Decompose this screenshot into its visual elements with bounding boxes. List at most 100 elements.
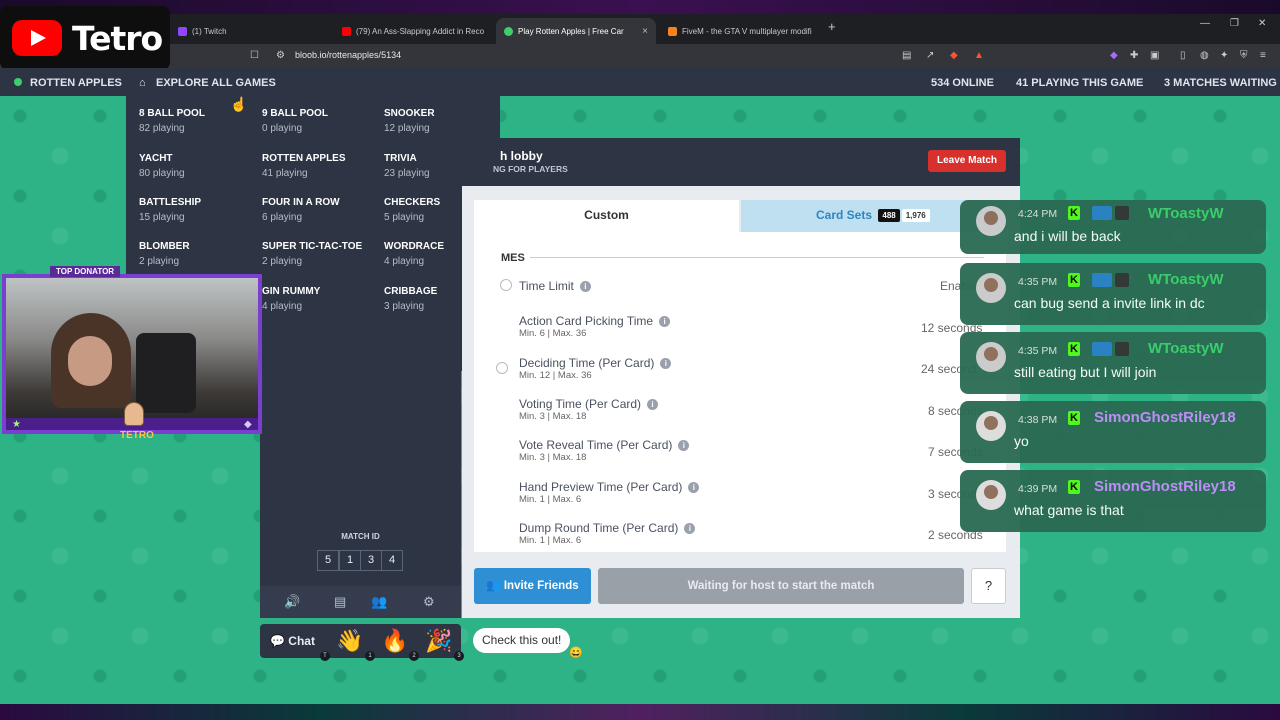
game-item-9-ball-pool[interactable]: 9 BALL POOL 0 playing — [262, 108, 382, 134]
kick-badge-icon: K — [1068, 273, 1080, 287]
setting-name: Deciding Time (Per Card) i — [519, 356, 672, 370]
info-icon[interactable]: i — [684, 523, 696, 534]
time-limit-radio[interactable] — [500, 279, 512, 291]
chat-button-label: Chat — [288, 634, 315, 648]
avatar — [976, 411, 1006, 441]
rules-icon[interactable]: ▤ — [334, 594, 346, 610]
online-count: 534 ONLINE — [931, 77, 994, 89]
browser-tab-bar: (1) Twitch (79) An Ass-Slapping Addict i… — [0, 14, 1280, 44]
deciding-time-radio[interactable] — [496, 362, 508, 374]
wave-reaction-button[interactable]: 👋 — [336, 628, 363, 654]
tab-label: (79) An Ass-Slapping Addict in Reco — [356, 26, 485, 36]
info-icon[interactable]: i — [688, 482, 700, 493]
game-count: 0 playing — [262, 123, 303, 134]
minimize-icon[interactable]: — — [1200, 18, 1210, 29]
help-button[interactable]: ? — [971, 568, 1006, 604]
sidebar-icon[interactable]: ▯ — [1180, 50, 1186, 61]
avatar — [976, 206, 1006, 236]
setting-range: Min. 1 | Max. 6 — [519, 494, 582, 505]
vpn-icon[interactable]: ⛨ — [1240, 50, 1248, 61]
game-item-four-in-a-row[interactable]: FOUR IN A ROW 6 playing — [262, 197, 382, 223]
leaf-badge-icon — [1115, 342, 1129, 356]
party-reaction-button[interactable]: 🎉 — [425, 628, 452, 654]
game-name: 9 BALL POOL — [262, 108, 328, 119]
brave-shield-icon[interactable]: ◆ — [950, 50, 958, 61]
leaf-badge-icon — [1115, 206, 1129, 220]
players-icon[interactable]: 👥 — [371, 594, 387, 610]
game-item-blomber[interactable]: BLOMBER 2 playing — [139, 241, 259, 267]
invite-friends-button[interactable]: 👥 Invite Friends — [474, 568, 591, 604]
setting-name: Dump Round Time (Per Card) i — [519, 521, 696, 535]
game-item-rotten-apples[interactable]: ROTTEN APPLES 41 playing — [262, 153, 382, 179]
game-name: BLOMBER — [139, 241, 190, 252]
kick-badge-icon: K — [1068, 411, 1080, 425]
game-name: FOUR IN A ROW — [262, 197, 340, 208]
rewards-icon[interactable]: ▲ — [974, 50, 984, 61]
profile-icon[interactable]: ◍ — [1200, 50, 1209, 61]
lobby-title: h lobby — [500, 149, 543, 163]
tab-label: (1) Twitch — [192, 26, 227, 36]
game-item-yacht[interactable]: YACHT 80 playing — [139, 153, 259, 179]
tab-custom[interactable]: Custom — [474, 200, 739, 232]
browser-tab-fivem[interactable]: FiveM - the GTA V multiplayer modifi — [660, 18, 820, 44]
message-time: 4:35 PM — [1018, 345, 1058, 357]
setting-name: Action Card Picking Time i — [519, 314, 671, 328]
game-name: SNOOKER — [384, 108, 435, 119]
mouse-cursor-icon: ☝ — [230, 96, 248, 112]
message-user: WToastyW — [1148, 271, 1224, 288]
browser-tab-rotten-apples[interactable]: Play Rotten Apples | Free Car × — [496, 18, 656, 44]
game-count: 80 playing — [139, 168, 185, 179]
current-game-link[interactable]: ROTTEN APPLES — [30, 77, 122, 89]
game-count: 2 playing — [139, 256, 180, 267]
browser-tab-twitch[interactable]: (1) Twitch — [170, 18, 330, 44]
message-text: yo — [1014, 433, 1029, 449]
volume-icon[interactable]: 🔊 — [284, 594, 300, 610]
browser-tab-youtube[interactable]: (79) An Ass-Slapping Addict in Reco — [334, 18, 494, 44]
kick-badge-icon: K — [1068, 480, 1080, 494]
bookmark-icon[interactable]: ☐ — [250, 50, 259, 61]
url-field[interactable]: bloob.io/rottenapples/5134 — [295, 50, 401, 60]
info-icon[interactable]: i — [579, 281, 591, 292]
game-item-snooker[interactable]: SNOOKER 12 playing — [384, 108, 504, 134]
setting-range: Min. 3 | Max. 18 — [519, 452, 587, 463]
maximize-icon[interactable]: ❐ — [1230, 18, 1239, 29]
reader-icon[interactable]: ▤ — [902, 50, 911, 61]
reaction-shortcut-badge: 2 — [409, 651, 419, 661]
message-text: still eating but I will join — [1014, 364, 1157, 380]
reaction-shortcut-badge: 1 — [365, 651, 375, 661]
share-icon[interactable]: ↗ — [926, 50, 934, 61]
close-icon[interactable]: ✕ — [1258, 18, 1266, 29]
explore-all-games-button[interactable]: EXPLORE ALL GAMES — [156, 77, 276, 89]
site-nav: ROTTEN APPLES ⌂ EXPLORE ALL GAMES 534 ON… — [0, 68, 1280, 96]
info-icon[interactable]: i — [678, 440, 690, 451]
game-item-gin-rummy[interactable]: GIN RUMMY 4 playing — [262, 286, 382, 312]
youtube-icon — [342, 26, 351, 36]
channel-logo-overlay: Tetro — [0, 6, 170, 70]
sub-badge-icon — [1092, 342, 1112, 356]
sub-badge-icon — [1092, 206, 1112, 220]
info-icon[interactable]: i — [660, 358, 672, 369]
extension-icon[interactable]: ◆ — [1110, 50, 1118, 61]
info-icon[interactable]: i — [659, 316, 671, 327]
new-tab-button[interactable]: + — [828, 19, 836, 34]
game-name: ROTTEN APPLES — [262, 153, 346, 164]
setting-range: Min. 6 | Max. 36 — [519, 328, 587, 339]
wallet-icon[interactable]: ▣ — [1150, 50, 1159, 61]
puzzle-icon[interactable]: ✚ — [1130, 50, 1138, 61]
chat-button[interactable]: 💬 Chat — [270, 634, 315, 648]
leo-icon[interactable]: ✦ — [1220, 50, 1228, 61]
game-item-battleship[interactable]: BATTLESHIP 15 playing — [139, 197, 259, 223]
youtube-play-icon — [12, 20, 62, 56]
tab-label: FiveM - the GTA V multiplayer modifi — [682, 26, 812, 36]
close-tab-icon[interactable]: × — [642, 26, 648, 37]
fire-reaction-button[interactable]: 🔥 — [381, 628, 408, 654]
game-item-super-tic-tac-toe[interactable]: SUPER TIC-TAC-TOE 2 playing — [262, 241, 382, 267]
site-info-icon[interactable]: ⚙ — [276, 50, 285, 61]
leave-match-button[interactable]: Leave Match — [928, 150, 1006, 172]
info-icon[interactable]: i — [647, 399, 659, 410]
settings-gear-icon[interactable]: ⚙ — [423, 594, 435, 610]
matches-waiting[interactable]: 3 MATCHES WAITING — [1164, 77, 1277, 89]
menu-icon[interactable]: ≡ — [1260, 50, 1266, 61]
emoji-icon: 😄 — [569, 647, 583, 659]
diamond-icon: ◆ — [244, 419, 252, 430]
